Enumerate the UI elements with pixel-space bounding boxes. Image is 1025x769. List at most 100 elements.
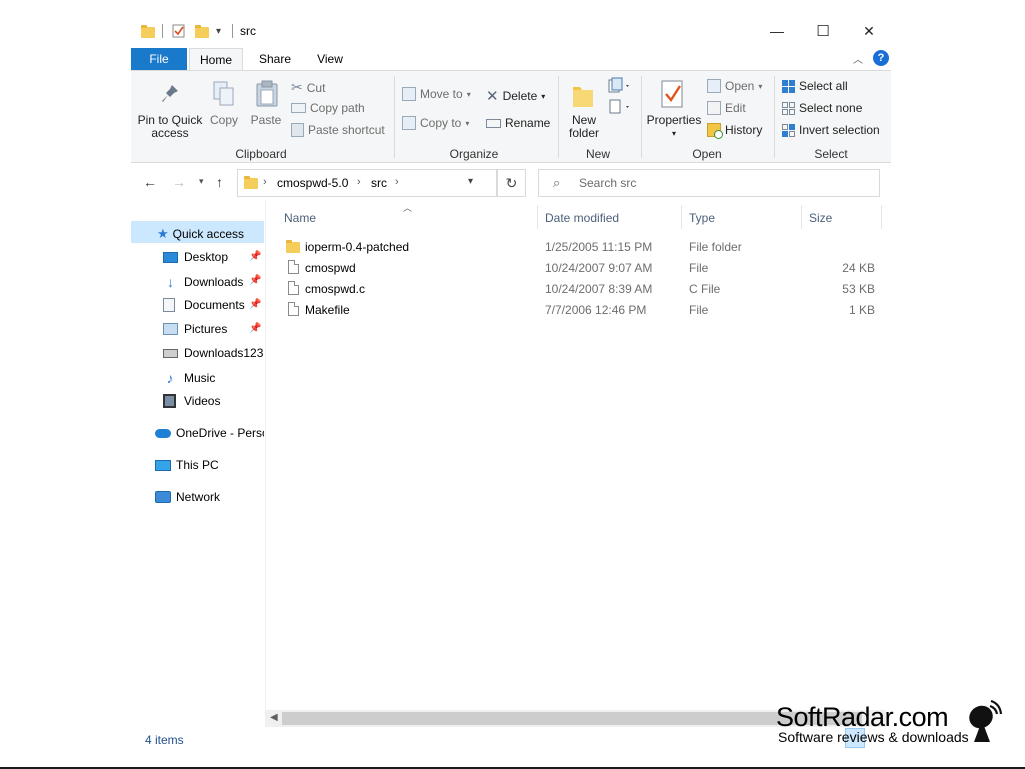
nav-onedrive-label: OneDrive - Perso [176, 426, 264, 440]
separator [394, 76, 395, 158]
pin-icon[interactable]: 📌 [249, 323, 261, 334]
download-arrow-icon: ↓ [167, 274, 174, 290]
new-folder-button[interactable]: New folder [562, 114, 606, 140]
file-name[interactable]: Makefile [305, 303, 350, 317]
desktop-icon [163, 251, 178, 263]
scissors-icon: ✂ [291, 79, 303, 95]
nav-item-label: Desktop [184, 250, 229, 264]
minimize-button[interactable]: — [754, 16, 800, 46]
up-arrow-icon[interactable]: ↑ [216, 174, 223, 190]
help-button[interactable]: ? [873, 50, 889, 66]
tab-file[interactable]: File [131, 48, 187, 70]
copy-path-button[interactable]: Copy path [291, 101, 365, 115]
delete-button[interactable]: ✕ Delete ▾ [486, 87, 545, 105]
maximize-button[interactable]: ☐ [800, 16, 846, 46]
customize-quick-access-icon[interactable]: ▾ [216, 26, 221, 37]
separator [265, 200, 266, 727]
column-header-type[interactable]: Type [689, 211, 715, 225]
edit-button[interactable]: Edit [707, 101, 746, 115]
organize-group-label: Organize [449, 147, 499, 161]
refresh-icon: ↻ [505, 174, 518, 191]
column-header-date[interactable]: Date modified [545, 211, 619, 225]
nav-this-pc[interactable]: This PC [155, 458, 219, 472]
new-folder-icon [571, 81, 595, 112]
cut-button[interactable]: ✂ Cut [291, 79, 325, 96]
scrollbar-thumb[interactable] [282, 712, 862, 725]
column-header-name[interactable]: Name [284, 211, 316, 225]
move-to-icon [402, 87, 416, 101]
chevron-down-icon: ▾ [465, 118, 470, 128]
edit-label: Edit [725, 101, 746, 115]
properties-button[interactable]: Properties ▾ [646, 114, 702, 140]
tab-home[interactable]: Home [189, 48, 243, 70]
nav-item-music[interactable]: ♪ Music [163, 370, 216, 386]
pin-icon[interactable]: 📌 [249, 299, 261, 310]
rename-button[interactable]: Rename [486, 116, 550, 130]
copy-to-button[interactable]: Copy to ▾ [402, 116, 469, 130]
invert-selection-button[interactable]: Invert selection [782, 123, 880, 137]
separator[interactable] [801, 205, 802, 229]
nav-quick-access[interactable]: ★ Quick access [157, 226, 244, 242]
refresh-button[interactable]: ↻ [497, 169, 526, 197]
address-bar[interactable] [237, 169, 497, 197]
drive-icon [163, 348, 178, 358]
nav-item-videos[interactable]: Videos [163, 394, 220, 408]
pin-icon[interactable]: 📌 [249, 275, 261, 286]
nav-item-documents[interactable]: Documents [163, 298, 245, 312]
star-icon: ★ [157, 226, 169, 241]
collapse-ribbon-icon[interactable]: ︿ [853, 51, 863, 66]
address-history-chevron-icon[interactable]: ▾ [468, 176, 473, 187]
separator [162, 24, 163, 38]
chevron-down-icon: ▾ [541, 91, 546, 101]
file-name[interactable]: cmospwd.c [305, 282, 365, 296]
move-to-button[interactable]: Move to ▾ [402, 87, 471, 101]
file-date: 10/24/2007 9:07 AM [545, 261, 653, 275]
select-all-button[interactable]: Select all [782, 79, 848, 93]
nav-item-label: Pictures [184, 322, 228, 336]
paste-shortcut-button[interactable]: Paste shortcut [291, 123, 385, 137]
pin-to-quick-access-button[interactable]: Pin to Quick access [137, 114, 203, 140]
properties-quick-icon[interactable] [172, 24, 186, 38]
select-none-label: Select none [799, 101, 863, 115]
separator [641, 76, 642, 158]
new-item-button[interactable] [607, 77, 633, 98]
file-name[interactable]: ioperm-0.4-patched [305, 240, 409, 254]
separator[interactable] [881, 205, 882, 229]
edit-icon [707, 101, 721, 115]
copy-button[interactable]: Copy [206, 114, 242, 127]
breadcrumb-cmospwd[interactable]: cmospwd-5.0 [277, 176, 348, 190]
easy-access-button[interactable] [607, 98, 633, 119]
breadcrumb-src[interactable]: src [371, 176, 387, 190]
back-arrow-icon[interactable]: ← [143, 174, 157, 190]
nav-item-downloads[interactable]: ↓ Downloads [163, 274, 243, 290]
history-button[interactable]: History [707, 123, 762, 139]
nav-onedrive[interactable]: OneDrive - Perso [155, 426, 264, 440]
nav-network[interactable]: Network [155, 490, 220, 504]
separator[interactable] [681, 205, 682, 229]
nav-item-downloads123[interactable]: Downloads123 [163, 346, 263, 360]
tab-view[interactable]: View [308, 48, 352, 70]
network-icon [155, 491, 171, 503]
recent-locations-chevron-icon[interactable]: ▾ [199, 176, 204, 187]
close-button[interactable]: ✕ [846, 16, 892, 46]
file-type: File [689, 261, 709, 275]
new-folder-quick-icon[interactable] [195, 25, 209, 38]
open-group-label: Open [692, 147, 722, 161]
file-name[interactable]: cmospwd [305, 261, 356, 275]
select-none-button[interactable]: Select none [782, 101, 862, 115]
breadcrumb-chevron-icon[interactable]: › [395, 176, 399, 188]
tab-share[interactable]: Share [250, 48, 300, 70]
nav-item-desktop[interactable]: Desktop [163, 250, 228, 264]
open-button[interactable]: Open ▾ [707, 79, 762, 93]
column-header-size[interactable]: Size [809, 211, 832, 225]
breadcrumb-chevron-icon[interactable]: › [357, 176, 361, 188]
breadcrumb-chevron-icon[interactable]: › [263, 176, 267, 188]
pin-icon[interactable]: 📌 [249, 251, 261, 262]
scroll-left-icon[interactable]: ◀ [270, 712, 278, 723]
nav-item-pictures[interactable]: Pictures [163, 322, 227, 336]
paste-button[interactable]: Paste [248, 114, 284, 127]
search-icon: ⌕ [553, 175, 561, 190]
separator[interactable] [537, 205, 538, 229]
forward-arrow-icon[interactable]: → [172, 174, 186, 190]
file-size: 53 KB [842, 282, 875, 296]
